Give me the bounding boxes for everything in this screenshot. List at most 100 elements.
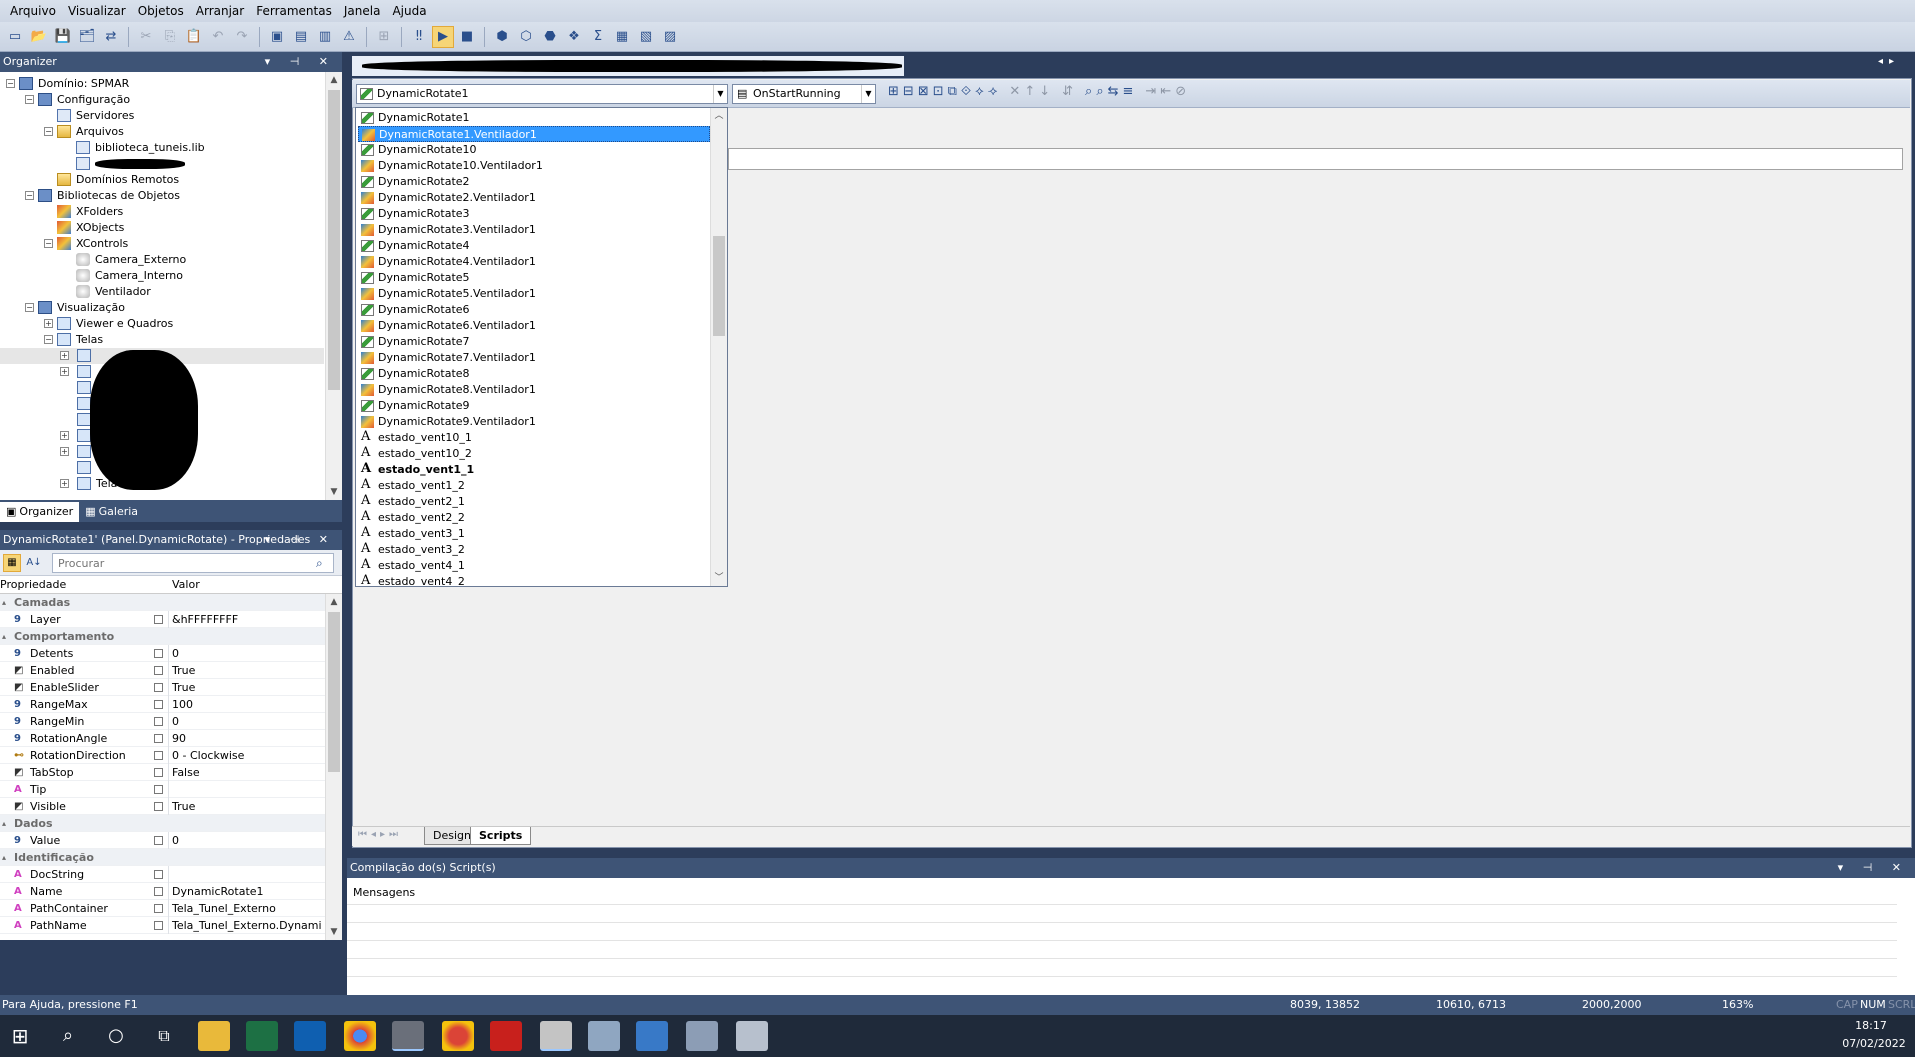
dropdown-item[interactable]: DynamicRotate5 [358,270,710,286]
dropdown-item[interactable]: Aestado_vent1_1 [358,462,710,478]
dropdown-item[interactable]: DynamicRotate6 [358,302,710,318]
property-value[interactable]: 0 [172,645,179,662]
link-checkbox[interactable] [154,615,163,624]
scrollbar-thumb[interactable] [713,236,725,336]
menu-janela[interactable]: Janela [338,0,387,22]
property-value[interactable]: True [172,662,195,679]
collapse-icon[interactable]: ▴ [2,849,6,866]
property-value[interactable]: 0 - Clockwise [172,747,244,764]
dropdown-item[interactable]: DynamicRotate8 [358,366,710,382]
link-checkbox[interactable] [154,921,163,930]
property-row[interactable]: A Name DynamicRotate1 [0,883,325,900]
link-checkbox[interactable] [154,734,163,743]
calculator-icon[interactable] [588,1021,620,1051]
link-checkbox[interactable] [154,751,163,760]
tree-node[interactable]: − Configuração [0,92,324,108]
dropdown-item[interactable]: DynamicRotate10.Ventilador1 [358,158,710,174]
run-script-icon[interactable]: ⟢ [988,84,998,99]
new-screen-icon[interactable]: ▣ [266,26,288,48]
property-value[interactable]: True [172,798,195,815]
tree-node[interactable]: Domínios Remotos [0,172,324,188]
dropdown-item[interactable]: DynamicRotate8.Ventilador1 [358,382,710,398]
collapse-icon[interactable]: − [44,127,53,136]
property-row[interactable]: ◩ Visible True [0,798,325,815]
dropdown-scrollbar[interactable]: ︿ ﹀ [710,108,727,586]
property-value[interactable]: False [172,764,200,781]
check-in-icon[interactable]: ⇄ [100,26,122,48]
property-category[interactable]: ▴ Identificação [0,849,325,866]
acrobat-icon[interactable] [490,1021,522,1051]
property-row[interactable]: 9 Detents 0 [0,645,325,662]
menu-arquivo[interactable]: Arquivo [4,0,62,22]
menu-arranjar[interactable]: Arranjar [190,0,250,22]
clock-time[interactable]: 18:17 [1836,1019,1906,1032]
dropdown-item[interactable]: DynamicRotate4.Ventilador1 [358,254,710,270]
collapse-icon[interactable]: ▴ [2,628,6,645]
categorized-icon[interactable]: ▦ [3,554,21,572]
property-row[interactable]: 9 Value 0 [0,832,325,849]
object-selector[interactable]: DynamicRotate1 ▼ [356,84,728,104]
object-icon[interactable]: ⬢ [491,26,513,48]
document-tab[interactable] [352,56,904,76]
expand-icon[interactable]: + [60,351,69,360]
align-icon[interactable]: ⊞ [373,26,395,48]
windows-start-icon[interactable]: ⊞ [4,1021,36,1051]
property-row[interactable]: A PathName Tela_Tunel_Externo.Dynami [0,917,325,934]
find-icon[interactable]: ⌕ [1085,84,1092,99]
viewer-icon[interactable]: ▦ [611,26,633,48]
xobject-icon[interactable]: ⬡ [515,26,537,48]
tab-galeria[interactable]: ▦ Galeria [79,502,144,522]
dropdown-item[interactable]: DynamicRotate5.Ventilador1 [358,286,710,302]
dropdown-item[interactable]: DynamicRotate3 [358,206,710,222]
link-checkbox[interactable] [154,768,163,777]
properties-scrollbar[interactable]: ▲ ▼ [325,594,342,940]
chrome-icon[interactable] [344,1021,376,1051]
panel-controls[interactable]: ▾ ⊣ ✕ [265,530,336,550]
excel-icon[interactable] [246,1021,278,1051]
paint-icon[interactable] [686,1021,718,1051]
dropdown-item[interactable]: DynamicRotate2.Ventilador1 [358,190,710,206]
link-checkbox[interactable] [154,802,163,811]
property-value[interactable]: &hFFFFFFFF [172,611,238,628]
save-icon[interactable]: 💾 [52,26,74,48]
link-checkbox[interactable] [154,887,163,896]
file-explorer-icon[interactable] [198,1021,230,1051]
delete-icon[interactable]: ✕ [1009,84,1020,99]
property-row[interactable]: 9 RotationAngle 90 [0,730,325,747]
scroll-down-icon[interactable]: ﹀ [711,570,727,586]
scrollbar-thumb[interactable] [328,90,340,390]
property-value[interactable]: 100 [172,696,193,713]
expand-icon[interactable]: + [60,431,69,440]
property-row[interactable]: A Tip [0,781,325,798]
panel-controls[interactable]: ▾ ⊣ ✕ [1838,858,1909,878]
dropdown-item[interactable]: Aestado_vent10_1 [358,430,710,446]
property-row[interactable]: ◩ EnableSlider True [0,679,325,696]
tree-node[interactable]: biblioteca_tuneis.lib [0,140,324,156]
tree-node[interactable]: Camera_Interno [0,268,324,284]
find-next-icon[interactable]: ⌕ [1096,84,1103,99]
dropdown-item[interactable]: DynamicRotate10 [358,142,710,158]
new-window-icon[interactable]: ▤ [290,26,312,48]
menu-objetos[interactable]: Objetos [132,0,190,22]
app-icon[interactable] [540,1021,572,1051]
new-file-icon[interactable]: ▭ [4,26,26,48]
tree-node[interactable]: − XControls [0,236,324,252]
search-icon[interactable]: ⌕ [316,556,323,571]
dropdown-item[interactable]: DynamicRotate1 [358,110,710,126]
property-row[interactable]: ◩ Enabled True [0,662,325,679]
verify-icon[interactable]: ‼ [408,26,430,48]
link-checkbox[interactable] [154,649,163,658]
dropdown-item[interactable]: DynamicRotate6.Ventilador1 [358,318,710,334]
xcontrol-icon[interactable]: ⬣ [539,26,561,48]
photos-icon[interactable] [636,1021,668,1051]
dropdown-item[interactable]: DynamicRotate9 [358,398,710,414]
collapse-icon[interactable]: − [25,303,34,312]
expand-icon[interactable]: + [60,367,69,376]
property-value[interactable]: Tela_Tunel_Externo.Dynami [172,917,322,934]
properties-search-input[interactable] [52,553,334,573]
collapse-icon[interactable]: − [44,239,53,248]
property-row[interactable]: 9 RangeMin 0 [0,713,325,730]
dropdown-item[interactable]: Aestado_vent1_2 [358,478,710,494]
scroll-down-icon[interactable]: ▼ [326,924,342,940]
insert-screen-icon[interactable]: ⊠ [918,84,929,99]
